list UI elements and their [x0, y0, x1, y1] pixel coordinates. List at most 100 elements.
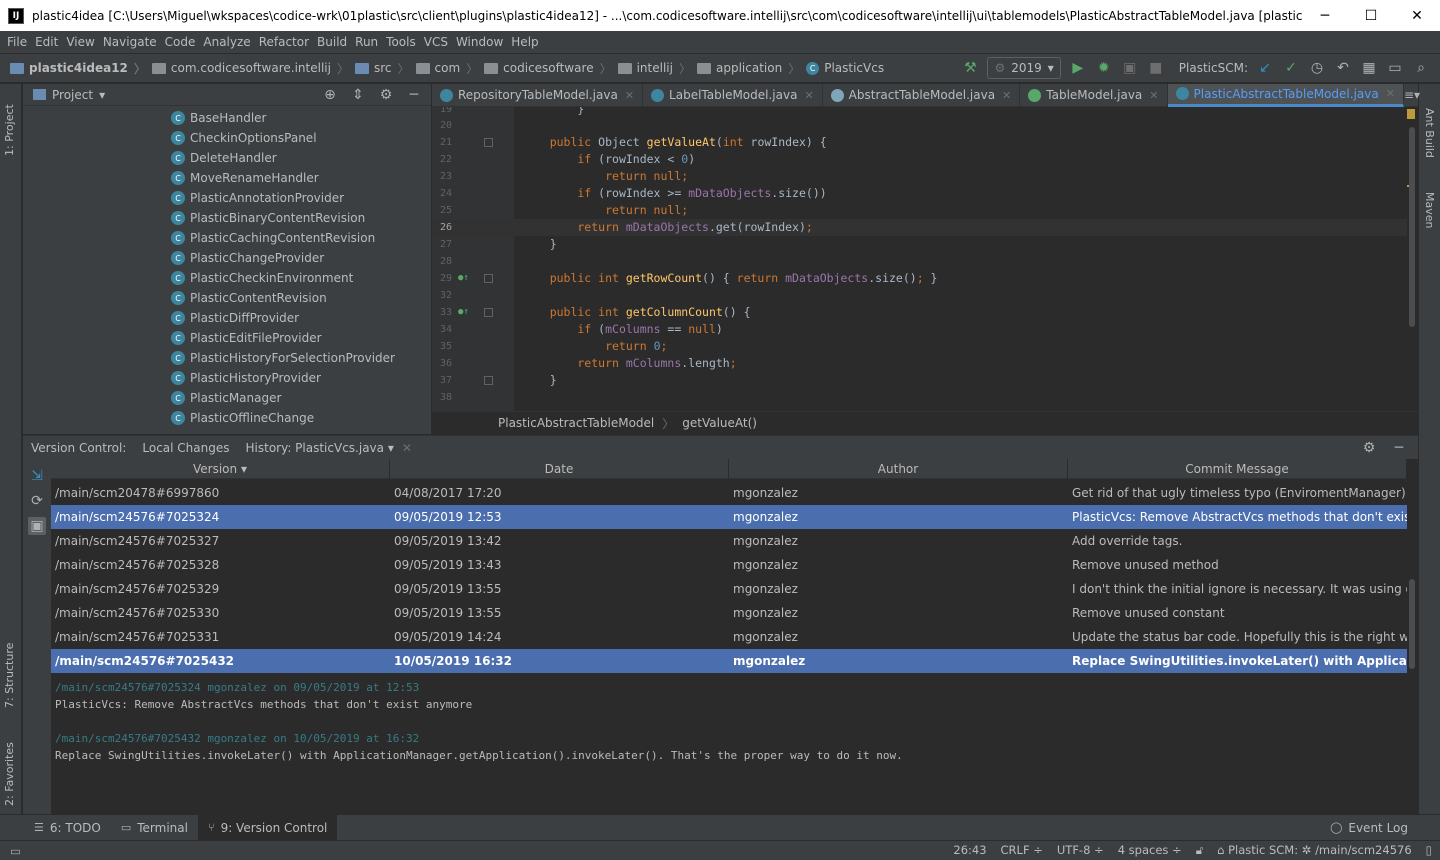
table-row[interactable]: /main/scm24576#7025331 09/05/2019 14:24 mg… — [51, 625, 1407, 649]
breadcrumb-method[interactable]: getValueAt() — [682, 416, 757, 430]
stop-icon[interactable]: ■ — [1147, 59, 1165, 77]
tree-item[interactable]: C DeleteHandler — [23, 148, 431, 168]
close-icon[interactable]: ✕ — [402, 441, 412, 455]
override-marker-icon[interactable]: ●↑ — [458, 304, 469, 321]
chevron-down-icon[interactable]: ▾ — [99, 88, 105, 102]
editor-scrollbar[interactable] — [1407, 107, 1418, 411]
breadcrumb-item[interactable]: application 〉 — [696, 60, 800, 77]
close-icon[interactable]: ✕ — [1002, 89, 1011, 102]
hide-icon[interactable]: ─ — [405, 86, 423, 104]
menu-help[interactable]: Help — [510, 35, 545, 49]
close-icon[interactable]: ✕ — [1149, 89, 1158, 102]
fold-marker-icon[interactable] — [484, 274, 493, 283]
tree-item[interactable]: C PlasticCachingContentRevision — [23, 228, 431, 248]
close-button[interactable]: ✕ — [1394, 0, 1440, 31]
maximize-button[interactable]: ☐ — [1348, 0, 1394, 31]
commit-icon[interactable]: ✓ — [1282, 59, 1300, 77]
project-tool-tab[interactable]: 1: Project — [3, 92, 16, 156]
gear-icon[interactable]: ⚙ — [1360, 439, 1378, 457]
scrollbar-thumb[interactable] — [1409, 579, 1415, 669]
breadcrumb-item[interactable]: src 〉 — [354, 60, 410, 77]
history-scrollbar[interactable] — [1407, 459, 1418, 673]
debug-icon[interactable]: ✹ — [1095, 59, 1113, 77]
line-separator[interactable]: CRLF ÷ — [1001, 843, 1043, 858]
scrollbar-thumb[interactable] — [1409, 127, 1415, 327]
close-icon[interactable]: ✕ — [625, 89, 634, 102]
breadcrumb-item[interactable]: codicesoftware 〉 — [484, 60, 612, 77]
tree-item[interactable]: C PlasticHistoryForSelectionProvider — [23, 348, 431, 368]
refresh-icon[interactable]: ⟳ — [28, 492, 46, 510]
tree-item[interactable]: C PlasticContentRevision — [23, 288, 431, 308]
run-configuration-select[interactable]: ⚙ 2019 ▾ — [987, 57, 1061, 79]
structure-tool-tab[interactable]: 7: Structure — [3, 632, 16, 708]
menu-tools[interactable]: Tools — [385, 35, 423, 49]
file-encoding[interactable]: UTF-8 ÷ — [1057, 843, 1104, 858]
tree-item[interactable]: C PlasticBinaryContentRevision — [23, 208, 431, 228]
column-header-message[interactable]: Commit Message — [1068, 459, 1407, 479]
minimize-button[interactable]: ─ — [1302, 0, 1348, 31]
column-header-date[interactable]: Date — [390, 459, 729, 479]
tree-item[interactable]: C PlasticChangeProvider — [23, 248, 431, 268]
tree-item[interactable]: C PlasticCheckinEnvironment — [23, 268, 431, 288]
override-marker-icon[interactable]: ●↑ — [458, 270, 469, 287]
table-row[interactable]: /main/scm24576#7025328 09/05/2019 13:43 mg… — [51, 553, 1407, 577]
details-toggle-icon[interactable]: ▣ — [28, 517, 46, 535]
editor-tab[interactable]: AbstractTableModel.java ✕ — [823, 83, 1021, 107]
tree-item[interactable]: C PlasticAnnotationProvider — [23, 188, 431, 208]
menu-refactor[interactable]: Refactor — [258, 35, 316, 49]
coverage-icon[interactable]: ▣ — [1121, 59, 1139, 77]
breadcrumb-item[interactable]: intellij 〉 — [617, 60, 691, 77]
fold-marker-icon[interactable] — [484, 308, 493, 317]
breadcrumb-item[interactable]: com 〉 — [415, 60, 478, 77]
warning-marker[interactable] — [1407, 109, 1415, 119]
breadcrumb-item[interactable]: plastic4idea12 〉 — [10, 60, 146, 77]
locate-icon[interactable]: ⊕ — [321, 86, 339, 104]
tree-item[interactable]: C MoveRenameHandler — [23, 168, 431, 188]
column-header-author[interactable]: Author — [729, 459, 1068, 479]
fold-marker-icon[interactable] — [484, 138, 493, 147]
table-row[interactable]: /main/scm24576#7025327 09/05/2019 13:42 mg… — [51, 529, 1407, 553]
table-row[interactable]: /main/scm24576#7025330 09/05/2019 13:55 mg… — [51, 601, 1407, 625]
run-icon[interactable]: ▶ — [1069, 59, 1087, 77]
indent-setting[interactable]: 4 spaces ÷ — [1118, 843, 1182, 858]
tree-item[interactable]: C PlasticManager — [23, 388, 431, 408]
tree-item[interactable]: C PlasticEditFileProvider — [23, 328, 431, 348]
menu-file[interactable]: File — [6, 35, 34, 49]
editor-tab[interactable]: TableModel.java ✕ — [1020, 83, 1168, 107]
tab-list-icon[interactable]: ≡▾ — [1404, 88, 1420, 102]
column-header-version[interactable]: Version ▾ — [51, 459, 390, 479]
tree-item[interactable]: C PlasticHistoryProvider — [23, 368, 431, 388]
menu-view[interactable]: View — [65, 35, 101, 49]
tree-item[interactable]: C PlasticDiffProvider — [23, 308, 431, 328]
menu-vcs[interactable]: VCS — [423, 35, 455, 49]
tree-item[interactable]: C BaseHandler — [23, 108, 431, 128]
code-editor[interactable]: 19 } 20 21 public Object getValueAt(int … — [432, 107, 1407, 411]
menu-build[interactable]: Build — [316, 35, 354, 49]
history-icon[interactable]: ◷ — [1308, 59, 1326, 77]
compare-icon[interactable]: ⇲ — [28, 467, 46, 485]
gear-icon[interactable]: ⚙ — [377, 86, 395, 104]
tab-history[interactable]: History: PlasticVcs.java ▾ ✕ — [238, 441, 420, 455]
version-control-tool-tab[interactable]: ⑂ 9: Version Control — [197, 814, 338, 841]
menu-code[interactable]: Code — [164, 35, 203, 49]
tree-item[interactable]: C CheckinOptionsPanel — [23, 128, 431, 148]
lock-icon[interactable]: 🔓︎ — [1196, 843, 1203, 858]
editor-tab[interactable]: RepositoryTableModel.java ✕ — [432, 83, 644, 107]
menu-analyze[interactable]: Analyze — [202, 35, 257, 49]
table-row-selected[interactable]: /main/scm24576#7025324 09/05/2019 12:53 mg… — [51, 505, 1407, 529]
memory-indicator-icon[interactable]: ▯ — [1426, 843, 1432, 858]
close-icon[interactable]: ✕ — [1386, 87, 1395, 100]
table-row-selected[interactable]: /main/scm24576#7025432 10/05/2019 16:32 mg… — [51, 649, 1407, 673]
plastic-scm-status[interactable]: ⌂ Plastic SCM: ✲ /main/scm24576 — [1217, 843, 1412, 858]
breadcrumb-item[interactable]: com.codicesoftware.intellij 〉 — [151, 60, 349, 77]
editor-tab-active[interactable]: PlasticAbstractTableModel.java ✕ — [1167, 83, 1404, 107]
project-structure-icon[interactable]: ▦ — [1360, 59, 1378, 77]
ant-build-tool-tab[interactable]: Ant Build — [1423, 108, 1436, 158]
tree-item[interactable]: C PlasticOfflineChange — [23, 408, 431, 428]
menu-window[interactable]: Window — [455, 35, 510, 49]
caret-position[interactable]: 26:43 — [953, 843, 986, 858]
settings-icon[interactable]: ▭ — [1386, 59, 1404, 77]
hide-icon[interactable]: ─ — [1390, 439, 1408, 457]
breadcrumb-item[interactable]: C PlasticVcs — [806, 61, 884, 75]
fold-marker-icon[interactable] — [484, 376, 493, 385]
